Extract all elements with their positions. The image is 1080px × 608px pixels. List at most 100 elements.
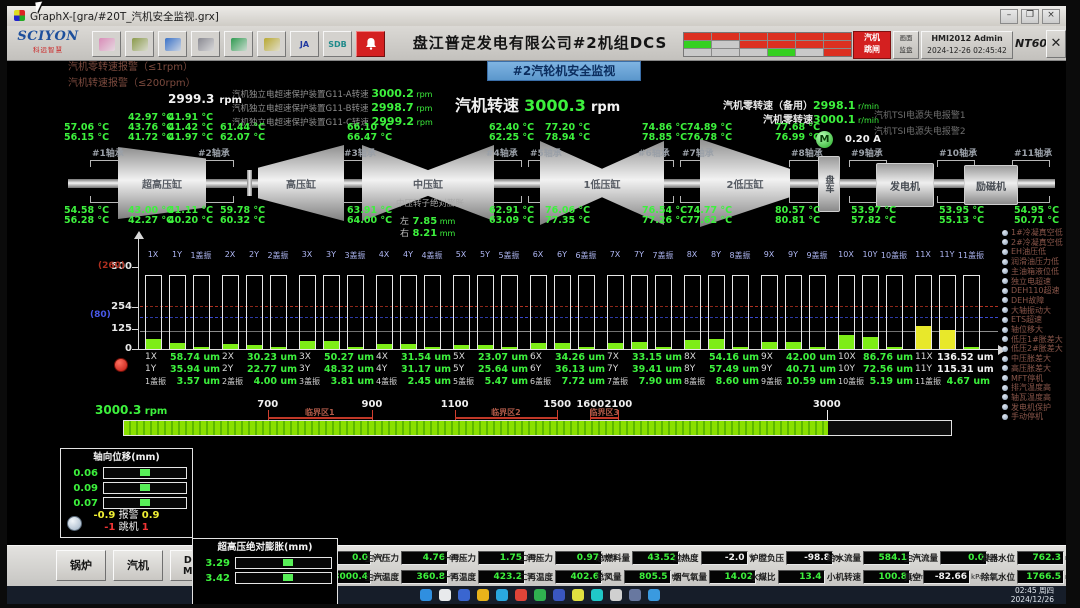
start-button[interactable] — [420, 589, 432, 601]
measurement-label: 二再压力 — [519, 552, 553, 564]
turbine-trip-button[interactable]: 汽机跳闸 — [853, 31, 891, 59]
matrix-cell-2-4[interactable] — [796, 49, 823, 56]
vib-bar-fill-5Y — [478, 345, 493, 349]
matrix-cell-1-2[interactable] — [740, 41, 767, 48]
matrix-cell-2-2[interactable] — [740, 49, 767, 56]
panel-status-dot — [67, 516, 82, 531]
measurement-value: 0.97 — [555, 551, 602, 565]
nav-button-汽机[interactable]: 汽机 — [113, 550, 163, 581]
measurement-label: 凝器水位 — [981, 552, 1015, 564]
measurement-label: 主汽温度 — [365, 571, 399, 583]
measurement-总风量: 总风量805.5t/h — [596, 570, 673, 584]
hmi-user: HMI2012 Admin — [922, 32, 1012, 45]
measurement-value: 402.6 — [555, 570, 602, 584]
alarm-item-dot — [1002, 307, 1008, 313]
search-icon[interactable] — [439, 589, 451, 601]
teams-icon[interactable] — [591, 589, 603, 601]
vib-bar-fill-9Y — [786, 342, 801, 349]
speed-tick-label-1500: 1500 — [541, 399, 573, 410]
word-icon[interactable] — [553, 589, 565, 601]
browser-icon[interactable] — [515, 589, 527, 601]
vpn-icon[interactable] — [629, 589, 641, 601]
matrix-cell-0-4[interactable] — [796, 33, 823, 40]
vib-bar-label-8盖振: 8盖振 — [726, 250, 754, 261]
excel-icon[interactable] — [534, 589, 546, 601]
settings-icon[interactable] — [610, 589, 622, 601]
operators-icon[interactable] — [92, 31, 121, 57]
matrix-cell-0-2[interactable] — [740, 33, 767, 40]
measurement-value: 100.8 — [863, 570, 910, 584]
matrix-cell-1-0[interactable] — [684, 41, 711, 48]
matrix-cell-2-3[interactable] — [768, 49, 795, 56]
vib-bar-11X — [915, 275, 932, 350]
file-explorer-icon[interactable] — [477, 589, 489, 601]
vib-bar-9盖振 — [809, 275, 826, 350]
update-icon[interactable] — [648, 589, 660, 601]
vib-bar-fill-1盖振 — [194, 347, 209, 349]
vib-value-8X: 54.16 um — [706, 352, 759, 363]
trend-icon[interactable] — [158, 31, 187, 57]
logo-subtext: 科远智慧 — [12, 44, 84, 54]
measurement-二再温度: 二再温度402.6°C — [519, 570, 596, 584]
vib-bar-label-5盖振: 5盖振 — [495, 250, 523, 261]
vib-bar-fill-10盖振 — [887, 347, 902, 349]
mini-panel-line: 画面 — [894, 32, 918, 44]
matrix-cell-0-1[interactable] — [712, 33, 739, 40]
matrix-cell-2-1[interactable] — [712, 49, 739, 56]
bearing-7-temp-top-1: 76.78 °C — [687, 132, 732, 143]
matrix-cell-0-0[interactable] — [684, 33, 711, 40]
ip-expansion-title: 中压转子绝对膨胀 — [396, 197, 464, 209]
restore-button[interactable]: ❐ — [1021, 9, 1039, 24]
matrix-cell-0-5[interactable] — [824, 33, 851, 40]
vib-bar-3X — [299, 275, 316, 350]
hp-temp-top-2-1: 41.97 °C — [168, 132, 213, 143]
task-view-icon[interactable] — [458, 589, 470, 601]
alarm-list-item-20: 手动停机 — [1002, 411, 1043, 422]
matrix-cell-0-3[interactable] — [768, 33, 795, 40]
notes-icon[interactable] — [572, 589, 584, 601]
alarm-item-label: 手动停机 — [1011, 411, 1043, 422]
trip-button-line: 汽机 — [854, 32, 890, 44]
vib-bar-fill-9X — [762, 342, 777, 349]
matrix-cell-1-1[interactable] — [712, 41, 739, 48]
vib-bar-6盖振 — [578, 275, 595, 350]
vib-bar-fill-8Y — [709, 339, 724, 349]
close-button[interactable]: × — [1042, 9, 1060, 24]
vib-value-8盖振: 8.60 um — [706, 376, 759, 387]
report-icon[interactable] — [257, 31, 286, 57]
alarm-item-dot — [1002, 317, 1008, 323]
matrix-cell-1-3[interactable] — [768, 41, 795, 48]
display-icon[interactable] — [224, 31, 253, 57]
trip-high: 1 — [142, 522, 149, 533]
matrix-cell-2-5[interactable] — [824, 49, 851, 56]
nav-button-label: 汽机 — [127, 560, 149, 571]
minimize-button[interactable]: – — [1000, 9, 1018, 24]
taskbar-clock[interactable]: 02:45 周四 2024/12/26 — [1011, 587, 1054, 604]
matrix-cell-2-0[interactable] — [684, 49, 711, 56]
main-speed-label: 汽机转速 — [455, 96, 519, 115]
measurement-过热度: 过热度-2.0°C — [673, 551, 750, 565]
sdb-icon[interactable]: SDB — [323, 31, 352, 57]
nav-button-锅炉[interactable]: 锅炉 — [56, 550, 106, 581]
edge-icon[interactable] — [496, 589, 508, 601]
measurement-value: 584.1 — [863, 551, 910, 565]
faceplate-icon[interactable] — [191, 31, 220, 57]
matrix-cell-1-4[interactable] — [796, 41, 823, 48]
vib-value-4Y: 31.17 um — [398, 364, 451, 375]
vib-bar-4Y — [400, 275, 417, 350]
matrix-cell-1-5[interactable] — [824, 41, 851, 48]
vib-bar-fill-3X — [300, 341, 315, 349]
keyboard-icon[interactable] — [125, 31, 154, 57]
bezel-bottom — [0, 604, 1080, 608]
vib-bar-fill-10X — [839, 335, 854, 349]
alarm-item-dot — [1002, 356, 1008, 362]
ja-icon[interactable]: JA — [290, 31, 319, 57]
panel-超高压绝对膨胀(mm): 超高压绝对膨胀(mm)3.293.42 — [192, 538, 338, 608]
exit-button[interactable]: ✕ — [1046, 30, 1066, 58]
vib-value-11Y: 115.31 um — [937, 364, 990, 375]
measurement-label: 除氧水位 — [981, 571, 1015, 583]
mini-panel-button[interactable]: 画面监盘 — [893, 31, 919, 59]
measurement-主汽流量: 主汽流量0.0t/h — [904, 551, 981, 565]
alarm-bell-icon[interactable] — [356, 31, 385, 57]
vib-bar-4X — [376, 275, 393, 350]
